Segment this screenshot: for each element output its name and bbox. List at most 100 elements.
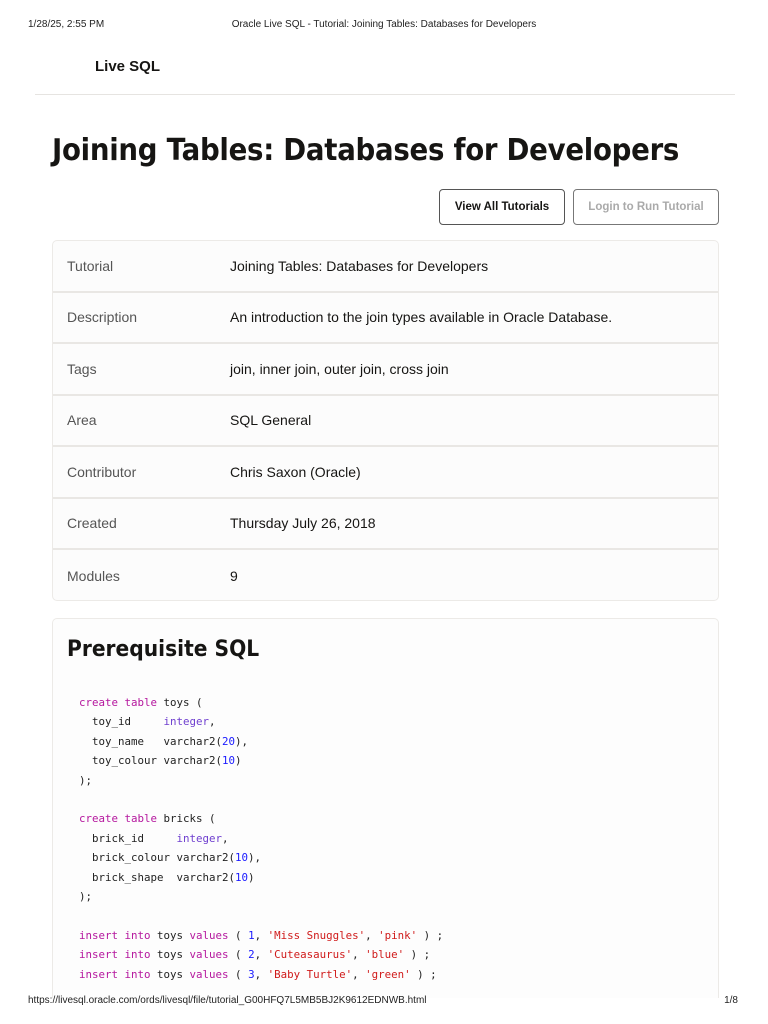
code-token: ) ; <box>410 967 437 981</box>
code-token: ); <box>79 773 93 787</box>
code-token: ( <box>228 967 249 981</box>
code-token: 20 <box>222 734 236 748</box>
code-line <box>79 906 443 925</box>
code-line: insert into toys values ( 2, 'Cuteasauru… <box>79 945 443 964</box>
code-line: insert into toys values ( 3, 'Baby Turtl… <box>79 965 443 984</box>
code-token: ) <box>235 754 242 768</box>
code-token: brick_shape varchar2( <box>79 870 236 884</box>
row-label: Tutorial <box>67 257 114 274</box>
code-token: 10 <box>235 851 249 865</box>
row-label: Created <box>67 515 117 532</box>
prerequisite-sql-section: Prerequisite SQL create table toys ( toy… <box>52 618 719 998</box>
row-label: Contributor <box>67 463 137 480</box>
code-line: toy_id integer, <box>79 712 443 731</box>
login-to-run-tutorial-button[interactable]: Login to Run Tutorial <box>573 189 719 225</box>
code-token: 'pink' <box>378 928 418 942</box>
code-line: ); <box>79 771 443 790</box>
code-token: integer <box>163 715 210 729</box>
code-token: 'green' <box>365 967 411 981</box>
code-token: , <box>254 928 268 942</box>
code-token: , <box>254 948 268 962</box>
row-label: Area <box>67 412 97 429</box>
code-token: ), <box>248 851 262 865</box>
details-row-contributor: Contributor Chris Saxon (Oracle) <box>53 447 718 499</box>
code-token: values <box>189 928 229 942</box>
code-token: bricks ( <box>157 812 216 826</box>
tutorial-details-table: Tutorial Joining Tables: Databases for De… <box>52 240 719 601</box>
page-title: Joining Tables: Databases for Developers <box>52 133 680 168</box>
row-value: An introduction to the join types availa… <box>230 309 613 326</box>
code-line: insert into toys values ( 1, 'Miss Snugg… <box>79 926 443 945</box>
row-value: Joining Tables: Databases for Developers <box>230 257 489 274</box>
print-page-title: Oracle Live SQL - Tutorial: Joining Tabl… <box>231 19 537 30</box>
code-token: create table <box>79 812 158 826</box>
code-line: create table toys ( <box>79 693 443 712</box>
code-token: values <box>189 967 229 981</box>
code-token: values <box>189 948 229 962</box>
prerequisite-sql-heading: Prerequisite SQL <box>67 637 260 662</box>
code-token: insert into <box>79 928 151 942</box>
code-token: toys <box>150 967 190 981</box>
code-line: create table bricks ( <box>79 809 443 828</box>
code-token: integer <box>176 831 223 845</box>
sql-code-block: create table toys ( toy_id integer, toy_… <box>79 693 443 984</box>
row-value: 9 <box>230 567 238 584</box>
view-all-tutorials-button[interactable]: View All Tutorials <box>439 189 565 225</box>
code-token: , <box>254 967 268 981</box>
code-token: , <box>209 715 216 729</box>
code-line: brick_colour varchar2(10), <box>79 848 443 867</box>
code-token: ( <box>228 948 249 962</box>
code-token: insert into <box>79 948 151 962</box>
row-value: Thursday July 26, 2018 <box>230 515 376 532</box>
code-token: toy_id <box>79 715 164 729</box>
code-token: 'blue' <box>365 948 405 962</box>
code-line: brick_shape varchar2(10) <box>79 868 443 887</box>
code-line: brick_id integer, <box>79 829 443 848</box>
code-token: brick_colour varchar2( <box>79 851 236 865</box>
details-row-area: Area SQL General <box>53 396 718 447</box>
code-token: insert into <box>79 967 151 981</box>
code-token: toys ( <box>157 696 203 709</box>
details-row-modules: Modules 9 <box>53 550 718 602</box>
code-line: toy_name varchar2(20), <box>79 732 443 751</box>
row-value: join, inner join, outer join, cross join <box>230 360 449 377</box>
row-value: SQL General <box>230 412 312 429</box>
print-page-number: 1/8 <box>724 995 738 1006</box>
code-token: ( <box>228 928 249 942</box>
code-token: toys <box>150 948 190 962</box>
code-token: ) ; <box>404 948 431 962</box>
code-token: , <box>365 928 379 942</box>
row-label: Modules <box>67 567 120 584</box>
code-token: ) ; <box>417 928 444 942</box>
code-line: toy_colour varchar2(10) <box>79 751 443 770</box>
code-token: toy_name varchar2( <box>79 734 223 748</box>
code-token: ), <box>235 734 249 748</box>
code-token: 'Miss Snuggles' <box>267 928 366 942</box>
details-row-created: Created Thursday July 26, 2018 <box>53 499 718 550</box>
code-token: create table <box>79 696 158 709</box>
details-row-tags: Tags join, inner join, outer join, cross … <box>53 344 718 396</box>
details-row-tutorial: Tutorial Joining Tables: Databases for De… <box>53 241 718 293</box>
code-token: 'Cuteasaurus' <box>267 948 353 962</box>
row-label: Tags <box>67 360 97 377</box>
brand-logo-link[interactable]: Live SQL <box>95 58 160 75</box>
code-token: , <box>222 831 229 845</box>
code-token: brick_id <box>79 831 177 845</box>
code-token: 10 <box>222 754 236 768</box>
code-token: , <box>352 948 366 962</box>
top-bar: Live SQL <box>35 40 735 95</box>
row-label: Description <box>67 309 138 326</box>
code-line <box>79 790 443 809</box>
code-token: 10 <box>235 870 249 884</box>
code-token: ); <box>79 890 93 904</box>
code-token: ) <box>248 870 255 884</box>
code-token: , <box>352 967 366 981</box>
row-value: Chris Saxon (Oracle) <box>230 463 361 480</box>
code-token: toy_colour varchar2( <box>79 754 223 768</box>
details-row-description: Description An introduction to the join t… <box>53 293 718 344</box>
code-line: ); <box>79 887 443 906</box>
print-url: https://livesql.oracle.com/ords/livesql/… <box>28 995 427 1006</box>
code-token: 'Baby Turtle' <box>267 967 353 981</box>
